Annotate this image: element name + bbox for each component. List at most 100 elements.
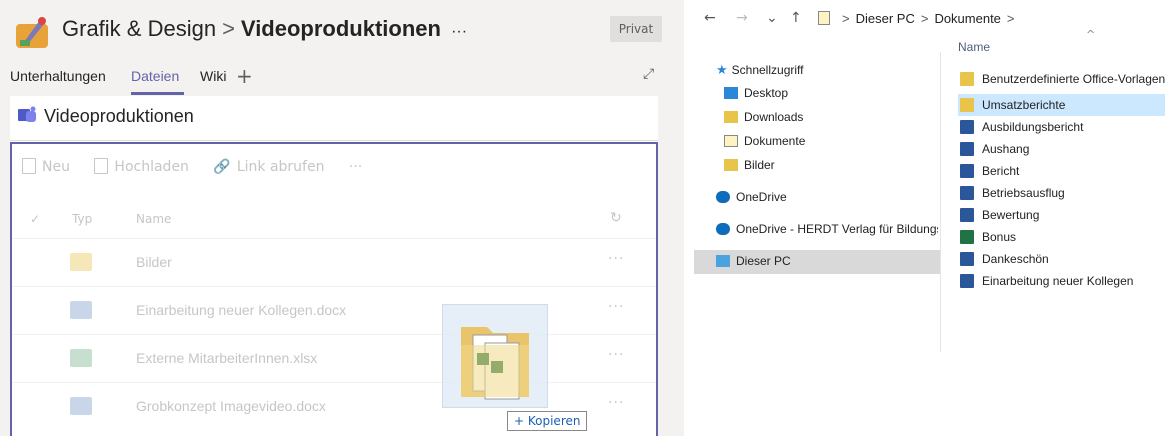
- file-name[interactable]: Einarbeitung neuer Kollegen.docx: [136, 302, 346, 318]
- channel-tabs: Unterhaltungen Dateien Wiki + ⤢: [0, 60, 684, 96]
- team-avatar-icon: [16, 17, 48, 48]
- row-more-button[interactable]: ···: [608, 347, 624, 363]
- name-column-header[interactable]: Name: [136, 212, 171, 226]
- channel-more-button[interactable]: ···: [451, 23, 467, 40]
- word-icon: [960, 208, 974, 222]
- dragged-files-icon: [461, 327, 529, 400]
- row-more-button[interactable]: ···: [608, 299, 624, 315]
- new-button-label: Neu: [42, 159, 70, 175]
- item-name: Dankeschön: [982, 252, 1049, 266]
- nav-label: Dokumente: [744, 134, 806, 148]
- back-button[interactable]: ←: [704, 10, 716, 26]
- toolbar-more-button[interactable]: ···: [349, 159, 362, 175]
- list-item[interactable]: Bewertung: [960, 208, 1039, 230]
- get-link-label: Link abrufen: [236, 159, 325, 175]
- tab-unterhaltungen[interactable]: Unterhaltungen: [10, 68, 106, 84]
- breadcrumb[interactable]: > Dieser PC > Dokumente >: [818, 11, 1021, 26]
- teams-window: Grafik & Design > Videoproduktionen ··· Pr…: [0, 0, 684, 436]
- list-item[interactable]: Benutzerdefinierte Office-Vorlagen: [960, 72, 1165, 94]
- folder-icon: [960, 72, 974, 86]
- upload-button[interactable]: Hochladen: [94, 158, 199, 175]
- row-more-button[interactable]: ···: [608, 251, 624, 267]
- row-more-button[interactable]: ···: [608, 395, 624, 411]
- crumb-separator: >: [1006, 11, 1015, 26]
- nav-quick-access[interactable]: ★ Schnellzugriff: [716, 62, 803, 86]
- list-item[interactable]: Einarbeitung neuer Kollegen: [960, 274, 1133, 296]
- sort-indicator: ^: [1086, 28, 1096, 41]
- nav-onedrive-herdt[interactable]: OneDrive - HERDT Verlag für Bildungs: [716, 222, 938, 246]
- get-link-button[interactable]: 🔗 Link abrufen: [213, 159, 334, 175]
- drop-zone[interactable]: Neu Hochladen 🔗 Link abrufen ··· ✓ Typ Na…: [10, 142, 658, 436]
- list-item-selected[interactable]: Umsatzberichte: [958, 94, 1165, 116]
- nav-label: Schnellzugriff: [731, 63, 804, 77]
- add-tab-button[interactable]: +: [236, 64, 253, 88]
- crumb-dokumente[interactable]: Dokumente: [934, 11, 1000, 26]
- word-icon: [70, 301, 92, 319]
- files-panel-title-text: Videoproduktionen: [44, 106, 194, 126]
- pictures-icon: [724, 159, 738, 171]
- cloud-icon: [716, 191, 730, 203]
- nav-label: Dieser PC: [736, 254, 791, 268]
- nav-label: Bilder: [744, 158, 775, 172]
- nav-onedrive[interactable]: OneDrive: [716, 190, 787, 214]
- star-icon: ★: [716, 62, 728, 77]
- nav-this-pc[interactable]: Dieser PC: [694, 250, 940, 274]
- item-name: Aushang: [982, 142, 1030, 156]
- list-item[interactable]: Ausbildungsbericht: [960, 120, 1083, 142]
- file-row[interactable]: Bilder ···: [12, 238, 656, 286]
- refresh-icon[interactable]: ↻: [610, 210, 622, 226]
- tab-dateien[interactable]: Dateien: [131, 68, 179, 84]
- window-gap: [684, 0, 694, 436]
- cloud-icon: [716, 223, 730, 235]
- active-tab-indicator: [131, 92, 184, 95]
- pane-divider[interactable]: [940, 52, 941, 352]
- drag-preview: [442, 304, 548, 408]
- item-name: Bonus: [982, 230, 1017, 244]
- list-item[interactable]: Aushang: [960, 142, 1029, 164]
- file-row[interactable]: Einarbeitung neuer Kollegen.docx ···: [12, 286, 656, 334]
- item-name: Betriebsausflug: [982, 186, 1065, 200]
- word-icon: [960, 274, 974, 288]
- crumb-separator: >: [920, 11, 929, 26]
- files-panel: Videoproduktionen Neu Hochladen 🔗 Link ab…: [10, 96, 658, 436]
- upload-button-label: Hochladen: [114, 159, 189, 175]
- nav-label: OneDrive - HERDT Verlag für Bildungs: [736, 222, 938, 236]
- expand-icon[interactable]: ⤢: [643, 66, 654, 82]
- folder-icon: [960, 98, 974, 112]
- select-all-checkbox[interactable]: ✓: [30, 212, 40, 226]
- crumb-this-pc[interactable]: Dieser PC: [856, 11, 915, 26]
- up-button[interactable]: ↑: [790, 10, 802, 26]
- new-button[interactable]: Neu: [22, 158, 80, 175]
- item-name: Benutzerdefinierte Office-Vorlagen: [982, 72, 1165, 86]
- recent-locations-button[interactable]: ⌄: [766, 10, 778, 26]
- word-icon: [960, 252, 974, 266]
- team-name[interactable]: Grafik & Design: [62, 16, 216, 41]
- list-item[interactable]: Dankeschön: [960, 252, 1049, 274]
- file-list-header: ✓ Typ Name ↻: [12, 202, 656, 238]
- nav-downloads[interactable]: Downloads: [724, 110, 803, 134]
- excel-icon: [70, 349, 92, 367]
- list-item[interactable]: Betriebsausflug: [960, 186, 1065, 208]
- file-name[interactable]: Externe MitarbeiterInnen.xlsx: [136, 350, 317, 366]
- file-explorer-window: ← → ⌄ ↑ > Dieser PC > Dokumente > ^ Name ★ Sc…: [694, 0, 1165, 436]
- item-name: Ausbildungsbericht: [982, 120, 1084, 134]
- file-row[interactable]: Externe MitarbeiterInnen.xlsx ···: [12, 334, 656, 382]
- file-name[interactable]: Grobkonzept Imagevideo.docx: [136, 398, 326, 414]
- name-column-header[interactable]: Name: [958, 40, 990, 54]
- nav-desktop[interactable]: Desktop: [724, 86, 788, 110]
- nav-dokumente[interactable]: Dokumente: [724, 134, 805, 158]
- list-item[interactable]: Bericht: [960, 164, 1019, 186]
- forward-button[interactable]: →: [736, 10, 748, 26]
- nav-bilder[interactable]: Bilder: [724, 158, 775, 182]
- word-icon: [960, 142, 974, 156]
- channel-name: Videoproduktionen: [240, 16, 441, 41]
- word-icon: [960, 164, 974, 178]
- excel-icon: [960, 230, 974, 244]
- downloads-icon: [724, 111, 738, 123]
- list-item[interactable]: Bonus: [960, 230, 1016, 252]
- tab-wiki[interactable]: Wiki: [200, 68, 226, 84]
- item-name: Bericht: [982, 164, 1020, 178]
- file-name[interactable]: Bilder: [136, 254, 172, 270]
- type-column-header[interactable]: Typ: [72, 212, 92, 226]
- word-icon: [960, 186, 974, 200]
